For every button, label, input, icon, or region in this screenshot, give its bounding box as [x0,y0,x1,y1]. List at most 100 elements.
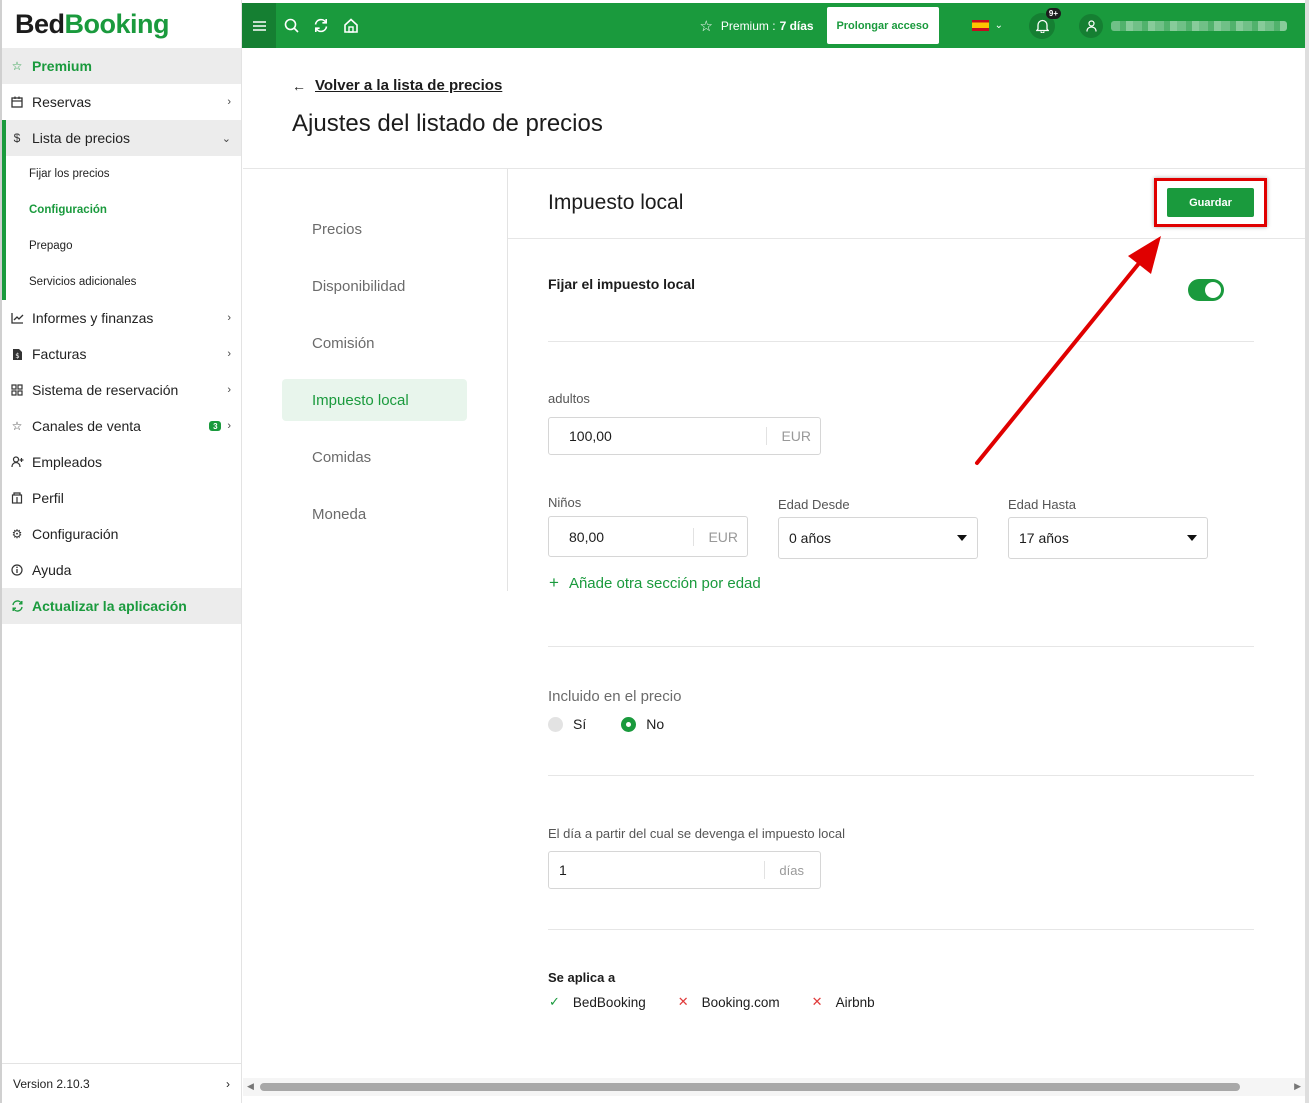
home-icon [344,18,358,33]
kids-price-input[interactable]: 80,00 EUR [548,516,748,557]
canales-badge: 3 [209,421,222,431]
sync-button[interactable] [306,3,336,48]
accrual-day-label: El día a partir del cual se devenga el i… [548,826,846,841]
apply-item-bedbooking: ✓ BedBooking [549,994,646,1010]
sidebar-subitem-fijar[interactable]: Fijar los precios [6,156,241,192]
chevron-right-icon: › [227,96,231,108]
building-icon [10,491,24,505]
add-age-section-link[interactable]: + Añade otra sección por edad [549,573,761,593]
scrollbar-thumb[interactable] [260,1083,1240,1091]
dollar-icon: $ [13,131,21,145]
sidebar-item-ayuda[interactable]: Ayuda [2,552,241,588]
home-button[interactable] [336,3,366,48]
user-avatar[interactable] [1079,13,1103,38]
tab-comidas[interactable]: Comidas [282,436,467,478]
sidebar-subitem-configuracion[interactable]: Configuración [6,192,241,228]
scroll-right-icon[interactable]: ▶ [1294,1081,1301,1092]
apply-item-airbnb: ✕ Airbnb [811,994,875,1010]
dropdown-caret-icon [1187,535,1197,541]
sidebar-item-canales[interactable]: ☆ Canales de venta 3 › [2,408,241,444]
chevron-down-icon[interactable]: ⌄ [995,20,1003,31]
topbar: ☆ Premium : 7 días Prolongar acceso ⌄ 9+ [242,3,1305,48]
bell-icon [1035,19,1049,33]
tab-disponibilidad[interactable]: Disponibilidad [282,265,467,307]
sidebar-item-premium[interactable]: ☆ Premium [2,48,241,84]
days-unit: días [764,861,820,879]
save-button[interactable]: Guardar [1167,188,1254,217]
local-tax-toggle[interactable] [1188,279,1224,301]
add-user-icon [10,455,24,469]
hamburger-menu-button[interactable] [242,3,276,48]
page-header: ← Volver a la lista de precios Ajustes d… [243,48,1305,169]
invoice-icon: $ [10,347,24,361]
user-icon [1085,19,1097,32]
search-button[interactable] [276,3,306,48]
arrow-left-icon: ← [292,77,306,94]
chevron-right-icon: › [227,384,231,396]
radio-yes[interactable]: Sí [548,716,586,732]
chevron-right-icon: › [227,420,231,432]
notifications-button[interactable]: 9+ [1029,7,1061,39]
dropdown-caret-icon [957,535,967,541]
divider [548,929,1254,930]
applies-to-list: ✓ BedBooking ✕ Booking.com ✕ Airbnb [549,994,907,1010]
divider [548,341,1254,342]
radio-circle [621,716,637,732]
horizontal-scrollbar[interactable]: ◀ ▶ [243,1078,1305,1096]
sidebar: Bed Booking ☆ Premium Reservas › $ Lista … [0,0,242,1103]
hamburger-icon [252,20,266,31]
sidebar-item-reservas[interactable]: Reservas › [2,84,241,120]
sync-icon [314,18,328,33]
back-link[interactable]: ← Volver a la lista de precios [292,77,502,94]
svg-text:$: $ [15,352,19,360]
settings-tabs: Precios Disponibilidad Comisión Impuesto… [282,208,467,550]
section-title: Impuesto local [548,191,684,214]
plus-icon: + [549,573,559,592]
adults-price-input[interactable]: 100,00 EUR [548,417,821,455]
search-icon [284,18,299,33]
sidebar-item-informes[interactable]: Informes y finanzas › [2,300,241,336]
prolong-access-button[interactable]: Prolongar acceso [826,7,939,44]
notification-count-badge: 9+ [1045,7,1061,19]
gear-icon: ⚙ [11,527,23,541]
radio-no[interactable]: No [621,716,664,732]
sidebar-item-actualizar[interactable]: Actualizar la aplicación [2,588,241,624]
sidebar-nav: ☆ Premium Reservas › $ Lista de precios … [2,48,241,624]
spain-flag-icon[interactable] [971,20,989,31]
tab-comision[interactable]: Comisión [282,322,467,364]
calendar-icon [10,95,24,109]
cross-icon: ✕ [811,994,823,1009]
sidebar-item-lista-precios[interactable]: $ Lista de precios ⌄ [2,120,241,156]
tab-moneda[interactable]: Moneda [282,493,467,535]
sidebar-item-perfil[interactable]: Perfil [2,480,241,516]
star-icon: ☆ [11,59,23,73]
age-from-label: Edad Desde [778,497,850,512]
applies-to-label: Se aplica a [548,970,616,985]
accrual-day-input[interactable]: 1 días [548,851,821,889]
sidebar-item-facturas[interactable]: $ Facturas › [2,336,241,372]
star-icon: ☆ [699,17,713,35]
version-bar[interactable]: Version 2.10.3 › [2,1063,242,1103]
local-tax-toggle-label: Fijar el impuesto local [548,276,696,292]
sidebar-subitem-servicios[interactable]: Servicios adicionales [6,264,241,300]
currency-unit: EUR [766,427,820,445]
age-from-select[interactable]: 0 años [778,517,978,559]
scroll-left-icon[interactable]: ◀ [247,1081,254,1092]
star-icon: ☆ [11,419,23,433]
check-icon: ✓ [549,994,560,1009]
chevron-right-icon: › [227,312,231,324]
sidebar-subitem-prepago[interactable]: Prepago [6,228,241,264]
sidebar-submenu: Fijar los precios Configuración Prepago … [2,156,241,300]
tab-impuesto-local[interactable]: Impuesto local [282,379,467,421]
included-in-price-label: Incluido en el precio [548,688,682,705]
page-title: Ajustes del listado de precios [292,110,603,137]
grid-icon [10,383,24,397]
bedbooking-logo[interactable]: Bed Booking [2,0,241,48]
user-name-blurred[interactable] [1111,20,1287,31]
sidebar-item-empleados[interactable]: Empleados [2,444,241,480]
tab-precios[interactable]: Precios [282,208,467,250]
age-to-select[interactable]: 17 años [1008,517,1208,559]
divider [548,646,1254,647]
sidebar-item-sistema[interactable]: Sistema de reservación › [2,372,241,408]
sidebar-item-configuracion[interactable]: ⚙ Configuración [2,516,241,552]
